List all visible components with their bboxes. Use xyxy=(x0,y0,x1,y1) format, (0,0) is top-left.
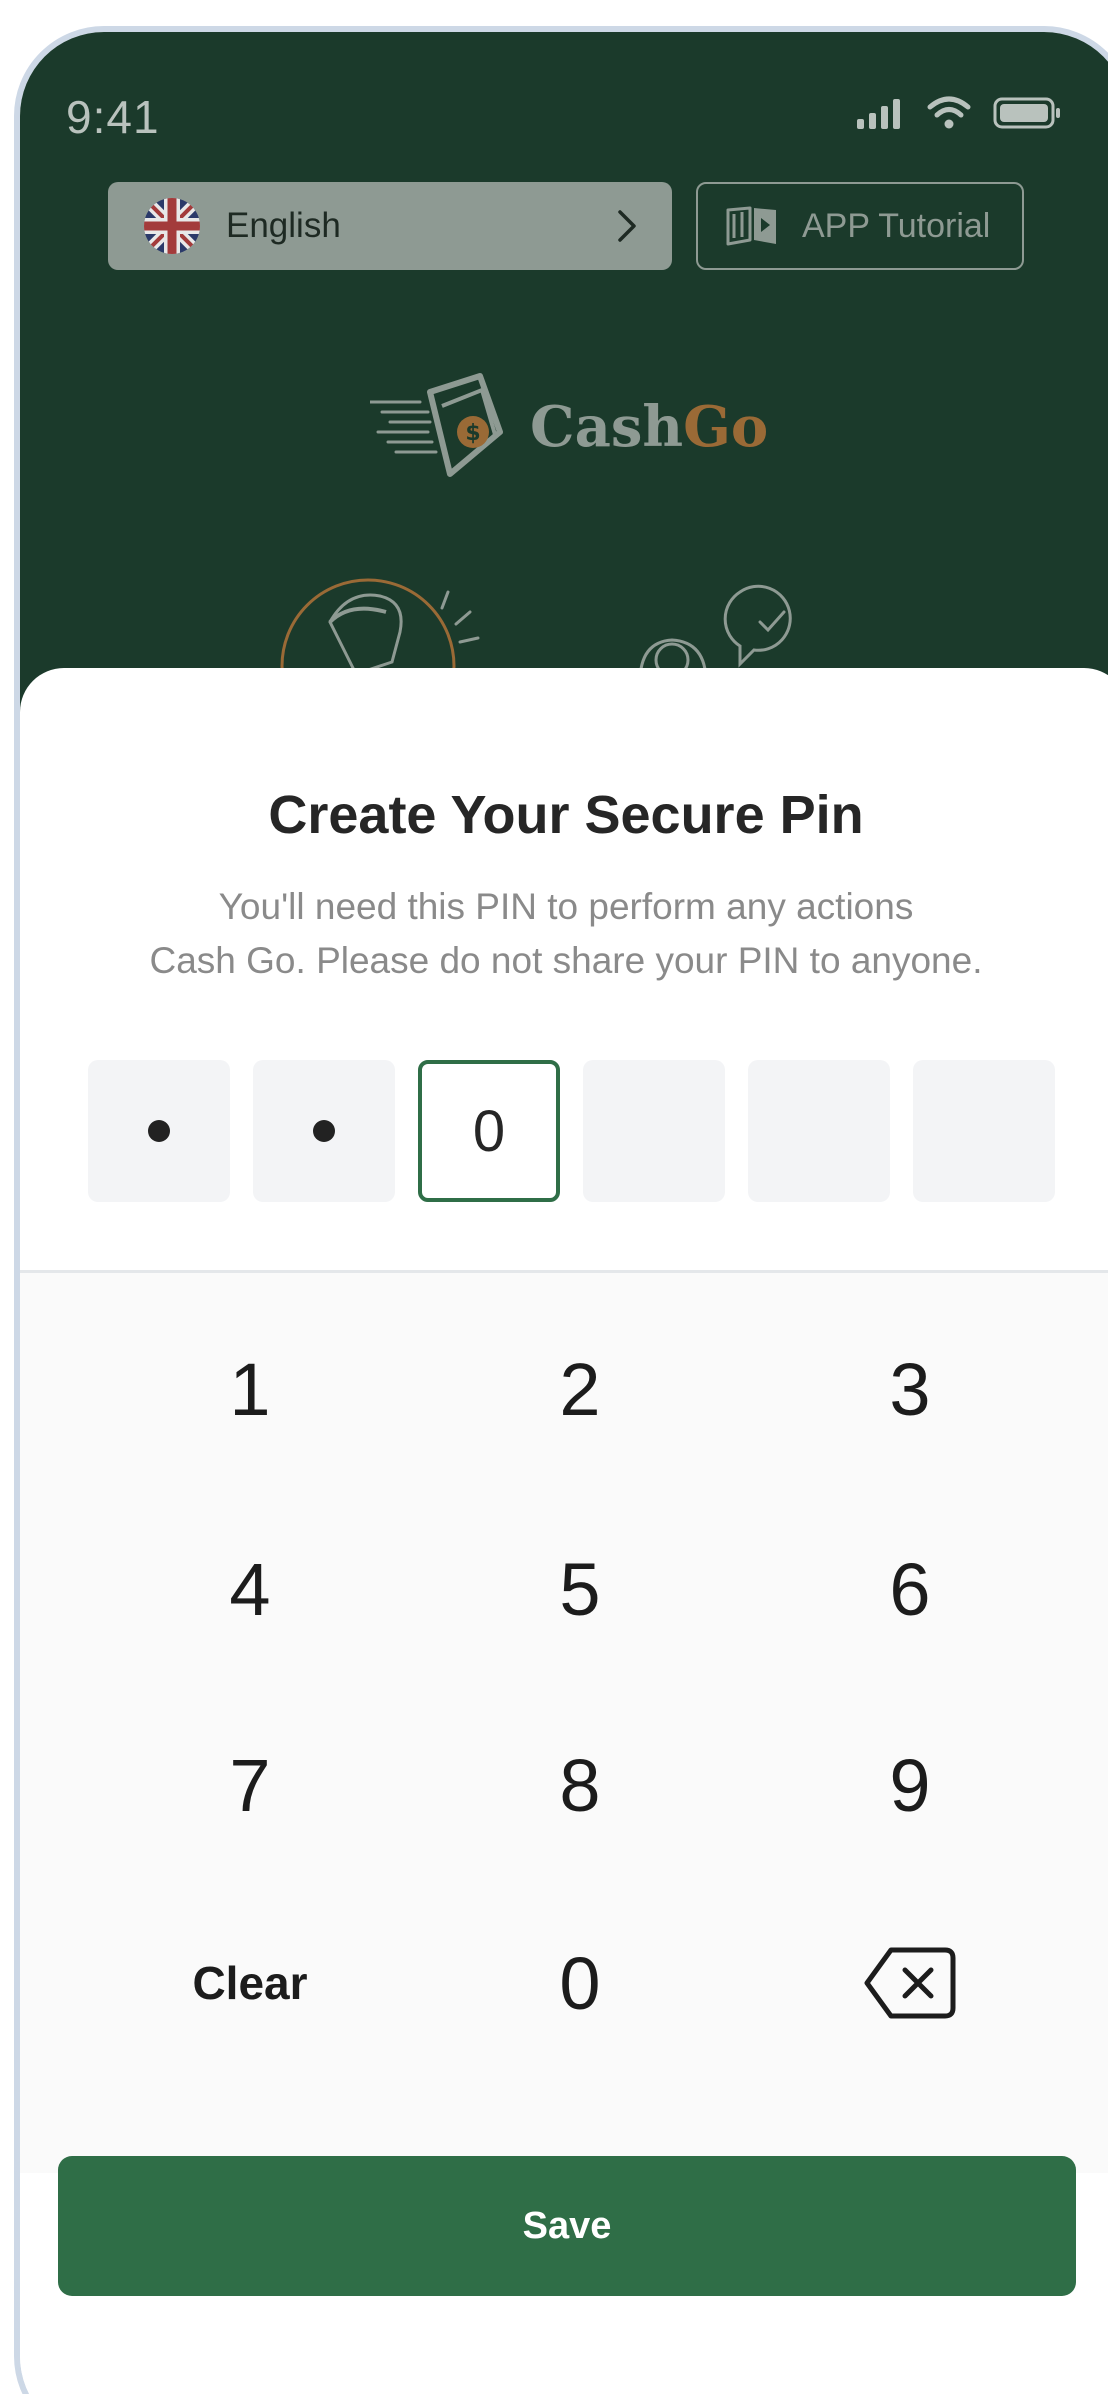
pin-dot xyxy=(313,1120,335,1142)
cashgo-logo: $ CashGo xyxy=(370,362,768,492)
status-icons xyxy=(855,96,1063,130)
logo-go: Go xyxy=(683,394,769,460)
save-button[interactable]: Save xyxy=(58,2156,1076,2296)
pin-box-3[interactable]: 0 xyxy=(418,1060,560,1202)
uk-flag-icon xyxy=(144,198,200,254)
chevron-right-icon xyxy=(618,210,636,242)
signal-icon xyxy=(857,99,900,129)
phone-frame: 9:41 English APP Tutorial $ CashGo Creat… xyxy=(14,26,1108,2394)
key-5[interactable]: 5 xyxy=(430,1509,730,1669)
key-2[interactable]: 2 xyxy=(430,1309,730,1469)
key-6[interactable]: 6 xyxy=(760,1509,1060,1669)
backspace-button[interactable] xyxy=(760,1903,1060,2063)
sheet-title: Create Your Secure Pin xyxy=(268,785,864,845)
language-selector[interactable]: English xyxy=(108,182,672,270)
logo-cash: Cash xyxy=(530,394,684,460)
subtitle-line-1: You'll need this PIN to perform any acti… xyxy=(218,886,914,927)
clear-button[interactable]: Clear xyxy=(100,1903,400,2063)
key-9[interactable]: 9 xyxy=(760,1705,1060,1865)
key-3[interactable]: 3 xyxy=(760,1309,1060,1469)
people-illustration xyxy=(280,578,792,682)
language-label: English xyxy=(226,206,341,245)
pin-box-4[interactable] xyxy=(583,1060,725,1202)
svg-text:$: $ xyxy=(465,421,480,446)
pin-box-2[interactable] xyxy=(253,1060,395,1202)
money-speed-icon: $ xyxy=(370,373,503,477)
key-0[interactable]: 0 xyxy=(430,1903,730,2063)
logo-text: CashGo xyxy=(530,394,768,460)
app-tutorial-label: APP Tutorial xyxy=(802,206,991,245)
pin-box-1[interactable] xyxy=(88,1060,230,1202)
pin-sheet: Create Your Secure Pin You'll need this … xyxy=(20,668,1108,2394)
subtitle-line-2: Cash Go. Please do not share your PIN to… xyxy=(149,940,983,981)
pin-dot xyxy=(148,1120,170,1142)
app-tutorial-button[interactable]: APP Tutorial xyxy=(696,182,1024,270)
battery-icon xyxy=(993,97,1060,129)
status-time: 9:41 xyxy=(66,91,160,143)
key-8[interactable]: 8 xyxy=(430,1705,730,1865)
numeric-keypad: 1 2 3 4 5 6 7 8 9 Clear 0 xyxy=(20,1273,1108,2173)
key-4[interactable]: 4 xyxy=(100,1509,400,1669)
pin-box-6[interactable] xyxy=(913,1060,1055,1202)
wifi-icon xyxy=(927,96,971,129)
key-7[interactable]: 7 xyxy=(100,1705,400,1865)
book-video-icon xyxy=(726,206,776,246)
key-1[interactable]: 1 xyxy=(100,1309,400,1469)
backspace-icon xyxy=(864,1947,956,2019)
pin-box-5[interactable] xyxy=(748,1060,890,1202)
pin-input-row[interactable]: 0 xyxy=(88,1060,1055,1202)
sheet-subtitle: You'll need this PIN to perform any acti… xyxy=(20,880,1108,988)
